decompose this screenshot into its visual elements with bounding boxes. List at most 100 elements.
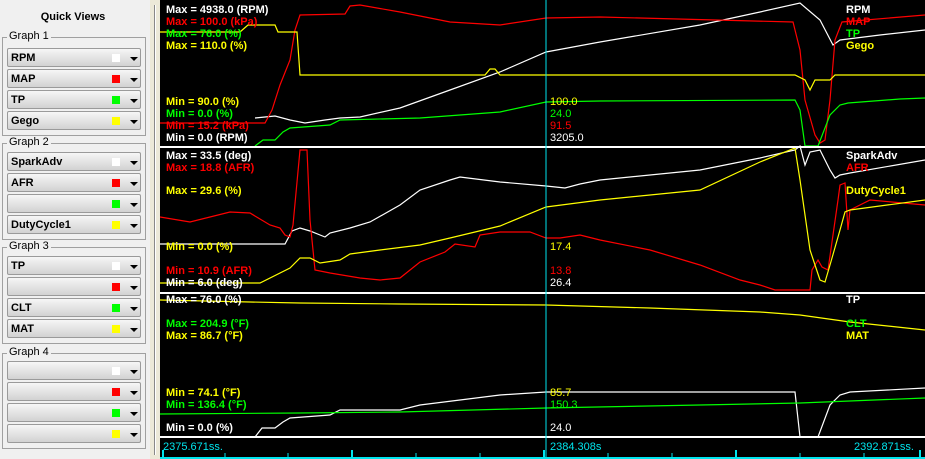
channel-select-graph3-2[interactable]: [7, 277, 141, 296]
quick-view-group-2: Graph 2 SparkAdv AFR DutyCycle1: [2, 136, 146, 240]
chevron-down-icon[interactable]: [130, 328, 138, 332]
g3-min-clt: Min = 136.4 (°F): [166, 399, 247, 411]
g1-min-rpm: Min = 0.0 (RPM): [166, 132, 248, 144]
color-swatch: [112, 179, 120, 187]
quick-views-panel: Quick Views Graph 1 RPM MAP TP Gego Graph 2 Sp…: [0, 0, 150, 459]
g3-cursor-clt: 150.3: [550, 399, 578, 411]
chevron-down-icon[interactable]: [130, 265, 138, 269]
g1-cursor-tp: 24.0: [550, 108, 572, 120]
chevron-down-icon[interactable]: [130, 224, 138, 228]
channel-select-graph2-1[interactable]: SparkAdv: [7, 152, 141, 171]
g2-cursor-sparkadv: 26.4: [550, 277, 572, 289]
g3-min-tp: Min = 0.0 (%): [166, 422, 233, 434]
g2-cursor-dutycycle: 17.4: [550, 241, 572, 253]
g3-min-mat: Min = 74.1 (°F): [166, 387, 241, 399]
g2-min-sparkadv: Min = 6.0 (deg): [166, 277, 243, 289]
g3-cursor-tp: 24.0: [550, 422, 572, 434]
color-swatch: [112, 388, 120, 396]
channel-select-graph3-4[interactable]: MAT: [7, 319, 141, 338]
channel-select-graph3-3[interactable]: CLT: [7, 298, 141, 317]
g2-max-dutycycle: Max = 29.6 (%): [166, 185, 242, 197]
color-swatch: [112, 283, 120, 291]
channel-select-graph2-3[interactable]: [7, 194, 141, 213]
graph-lines: [160, 0, 925, 459]
quick-views-title: Quick Views: [40, 11, 106, 23]
time-start-label: 2375.671ss.: [163, 441, 223, 453]
channel-label: MAT: [11, 323, 35, 335]
g1-name-gego: Gego: [846, 40, 875, 52]
channel-select-graph1-3[interactable]: TP: [7, 90, 141, 109]
g2-min-dutycycle: Min = 0.0 (%): [166, 241, 233, 253]
channel-select-graph1-4[interactable]: Gego: [7, 111, 141, 130]
chevron-down-icon[interactable]: [130, 391, 138, 395]
g1-max-tp: Max = 76.0 (%): [166, 28, 242, 40]
channel-label: AFR: [11, 177, 34, 189]
chevron-down-icon[interactable]: [130, 78, 138, 82]
color-swatch: [112, 158, 120, 166]
chevron-down-icon[interactable]: [130, 203, 138, 207]
group-label: Graph 1: [7, 30, 51, 42]
color-swatch: [112, 367, 120, 375]
chevron-down-icon[interactable]: [130, 120, 138, 124]
chevron-down-icon[interactable]: [130, 99, 138, 103]
channel-select-graph4-4[interactable]: [7, 424, 141, 443]
channel-select-graph2-4[interactable]: DutyCycle1: [7, 215, 141, 234]
group-label: Graph 2: [7, 136, 51, 148]
color-swatch: [112, 262, 120, 270]
group-label: Graph 3: [7, 240, 51, 252]
g3-name-clt: CLT: [846, 318, 867, 330]
mat-line: [160, 299, 925, 331]
g2-name-afr: AFR: [846, 162, 869, 174]
color-swatch: [112, 117, 120, 125]
tp-line: [254, 97, 925, 147]
channel-select-graph4-2[interactable]: [7, 382, 141, 401]
g3-cursor-mat: 85.7: [550, 387, 572, 399]
g1-cursor-gego: 100.0: [550, 96, 578, 108]
rpm-line: [254, 2, 925, 124]
chevron-down-icon[interactable]: [130, 57, 138, 61]
group-label: Graph 4: [7, 346, 51, 358]
channel-label: MAP: [11, 73, 36, 85]
chevron-down-icon[interactable]: [130, 161, 138, 165]
channel-select-graph2-2[interactable]: AFR: [7, 173, 141, 192]
g1-max-gego: Max = 110.0 (%): [166, 40, 248, 52]
panel-splitter[interactable]: [150, 0, 160, 459]
channel-select-graph1-2[interactable]: MAP: [7, 69, 141, 88]
color-swatch: [112, 221, 120, 229]
channel-select-graph4-3[interactable]: [7, 403, 141, 422]
channel-label: RPM: [11, 52, 36, 64]
channel-select-graph1-1[interactable]: RPM: [7, 48, 141, 67]
g1-max-rpm: Max = 4938.0 (RPM): [166, 4, 269, 16]
g2-cursor-afr: 13.8: [550, 265, 572, 277]
color-swatch: [112, 304, 120, 312]
color-swatch: [112, 200, 120, 208]
chevron-down-icon[interactable]: [130, 370, 138, 374]
chevron-down-icon[interactable]: [130, 286, 138, 290]
g1-min-tp: Min = 0.0 (%): [166, 108, 233, 120]
channel-label: DutyCycle1: [11, 219, 71, 231]
chevron-down-icon[interactable]: [130, 182, 138, 186]
log-graph-area[interactable]: Max = 4938.0 (RPM) Max = 100.0 (kPa) Max…: [160, 0, 925, 459]
g3-name-tp: TP: [846, 294, 861, 306]
channel-label: TP: [11, 260, 26, 272]
channel-label: Gego: [11, 115, 40, 127]
chevron-down-icon[interactable]: [130, 433, 138, 437]
g1-name-rpm: RPM: [846, 4, 871, 16]
chevron-down-icon[interactable]: [130, 412, 138, 416]
g3-max-clt: Max = 204.9 (°F): [166, 318, 249, 330]
chevron-down-icon[interactable]: [130, 307, 138, 311]
channel-select-graph3-1[interactable]: TP: [7, 256, 141, 275]
quick-view-group-1: Graph 1 RPM MAP TP Gego: [2, 30, 146, 136]
g2-name-dutycycle: DutyCycle1: [846, 185, 906, 197]
dutycycle-line: [160, 147, 925, 284]
channel-select-graph4-1[interactable]: [7, 361, 141, 380]
g2-min-afr: Min = 10.9 (AFR): [166, 265, 252, 277]
channel-label: CLT: [11, 302, 32, 314]
sparkadv-line: [160, 144, 925, 245]
color-swatch: [112, 54, 120, 62]
g1-name-tp: TP: [846, 28, 861, 40]
afr-line: [160, 149, 925, 291]
g1-min-gego: Min = 90.0 (%): [166, 96, 240, 108]
color-swatch: [112, 430, 120, 438]
time-cursor-label: 2384.308s: [550, 441, 602, 453]
